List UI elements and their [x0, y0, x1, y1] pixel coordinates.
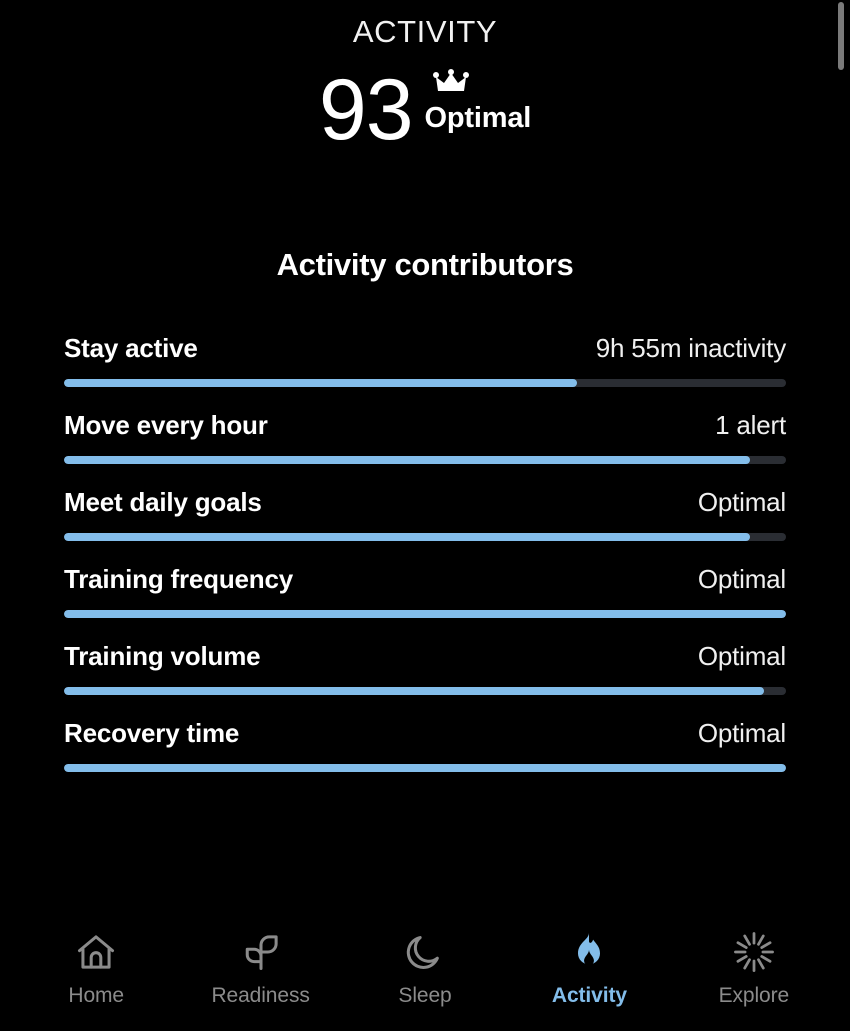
contributor-row[interactable]: Move every hour 1 alert: [64, 410, 786, 465]
activity-score-label: Optimal: [424, 102, 532, 135]
contributor-name: Move every hour: [64, 410, 268, 441]
sunburst-icon[interactable]: [731, 929, 777, 975]
contributor-header: Stay active 9h 55m inactivity: [64, 333, 786, 364]
contributor-row[interactable]: Training volume Optimal: [64, 641, 786, 696]
nav-item-label: Sleep: [398, 983, 452, 1007]
contributor-header: Training volume Optimal: [64, 641, 786, 672]
contributor-value: Optimal: [697, 564, 786, 595]
contributor-progress-fill: [64, 379, 577, 388]
contributor-name: Training frequency: [64, 564, 294, 595]
nav-item-sleep[interactable]: Sleep: [343, 929, 507, 1008]
contributors-list: Stay active 9h 55m inactivity Move every h…: [64, 333, 786, 773]
flame-icon[interactable]: [566, 929, 612, 975]
contributor-row[interactable]: Training frequency Optimal: [64, 564, 786, 619]
contributor-header: Training frequency Optimal: [64, 564, 786, 595]
nav-item-activity[interactable]: Activity: [507, 929, 671, 1008]
contributor-progress-fill: [64, 456, 750, 465]
contributor-header: Meet daily goals Optimal: [64, 487, 786, 518]
contributor-name: Meet daily goals: [64, 487, 262, 518]
scrollable-content: ACTIVITY 93 Optimal Activity contributor…: [0, 0, 850, 913]
contributor-progress-track: [64, 379, 786, 388]
contributor-progress-fill: [64, 533, 750, 542]
page-title: ACTIVITY: [352, 14, 498, 49]
sprout-icon[interactable]: [238, 929, 284, 975]
contributor-value: Optimal: [697, 487, 786, 518]
nav-item-label: Explore: [718, 983, 790, 1007]
contributor-name: Recovery time: [64, 718, 240, 749]
home-icon[interactable]: [73, 929, 119, 975]
contributor-progress-fill: [64, 687, 765, 696]
contributor-row[interactable]: Recovery time Optimal: [64, 718, 786, 773]
score-side-group: Optimal: [424, 67, 532, 135]
contributor-row[interactable]: Stay active 9h 55m inactivity: [64, 333, 786, 388]
bottom-navigation-bar: Home Readiness Sleep Activity Explore: [0, 913, 850, 1031]
scrollbar-thumb[interactable]: [838, 2, 844, 70]
contributor-progress-track: [64, 533, 786, 542]
nav-item-home[interactable]: Home: [14, 929, 178, 1008]
crown-icon: [432, 69, 469, 100]
vertical-scrollbar[interactable]: [838, 0, 844, 1031]
contributor-progress-track: [64, 456, 786, 465]
contributor-progress-fill: [64, 610, 786, 619]
contributor-header: Move every hour 1 alert: [64, 410, 786, 441]
nav-item-explore[interactable]: Explore: [672, 929, 836, 1008]
activity-screen: ACTIVITY 93 Optimal Activity contributor…: [0, 0, 850, 1031]
contributor-progress-track: [64, 764, 786, 773]
contributor-row[interactable]: Meet daily goals Optimal: [64, 487, 786, 542]
contributor-value: Optimal: [697, 718, 786, 749]
contributor-name: Stay active: [64, 333, 198, 364]
contributor-progress-fill: [64, 764, 786, 773]
contributor-value: 1 alert: [715, 410, 786, 441]
section-title: Activity contributors: [276, 247, 574, 283]
contributor-value: Optimal: [697, 641, 786, 672]
contributor-progress-track: [64, 610, 786, 619]
nav-item-label: Activity: [551, 983, 627, 1007]
contributor-name: Training volume: [64, 641, 261, 672]
nav-item-label: Home: [68, 983, 125, 1007]
contributor-progress-track: [64, 687, 786, 696]
activity-score-block: 93 Optimal: [64, 67, 786, 163]
contributor-value: 9h 55m inactivity: [595, 333, 786, 364]
activity-score-value: 93: [318, 62, 414, 159]
nav-item-readiness[interactable]: Readiness: [178, 929, 342, 1008]
contributor-header: Recovery time Optimal: [64, 718, 786, 749]
nav-item-label: Readiness: [211, 983, 310, 1007]
moon-icon[interactable]: [402, 929, 448, 975]
